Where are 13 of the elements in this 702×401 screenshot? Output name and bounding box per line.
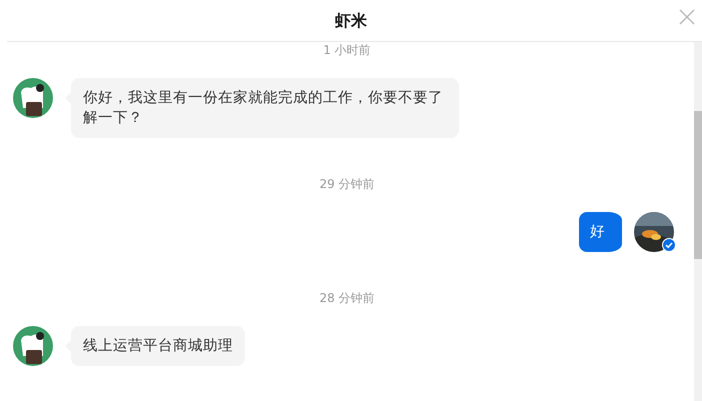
window-title: 虾米 bbox=[335, 10, 367, 30]
timestamp: 29 分钟前 bbox=[319, 176, 375, 192]
timestamp: 28 分钟前 bbox=[319, 290, 375, 306]
scrollbar[interactable] bbox=[694, 42, 702, 401]
timestamp: 1 小时前 bbox=[323, 42, 371, 58]
message-bubble: 好 bbox=[579, 212, 622, 252]
avatar-drawing[interactable] bbox=[13, 326, 53, 366]
avatar-drawing[interactable] bbox=[13, 78, 53, 118]
close-icon[interactable] bbox=[679, 9, 695, 25]
message-bubble: 线上运营平台商城助理 bbox=[65, 326, 245, 366]
message-bubble: 你好，我这里有一份在家就能完成的工作，你要不要了解一下？ bbox=[65, 78, 459, 138]
verified-badge-icon bbox=[662, 238, 676, 252]
scrollbar-thumb[interactable] bbox=[694, 111, 702, 259]
